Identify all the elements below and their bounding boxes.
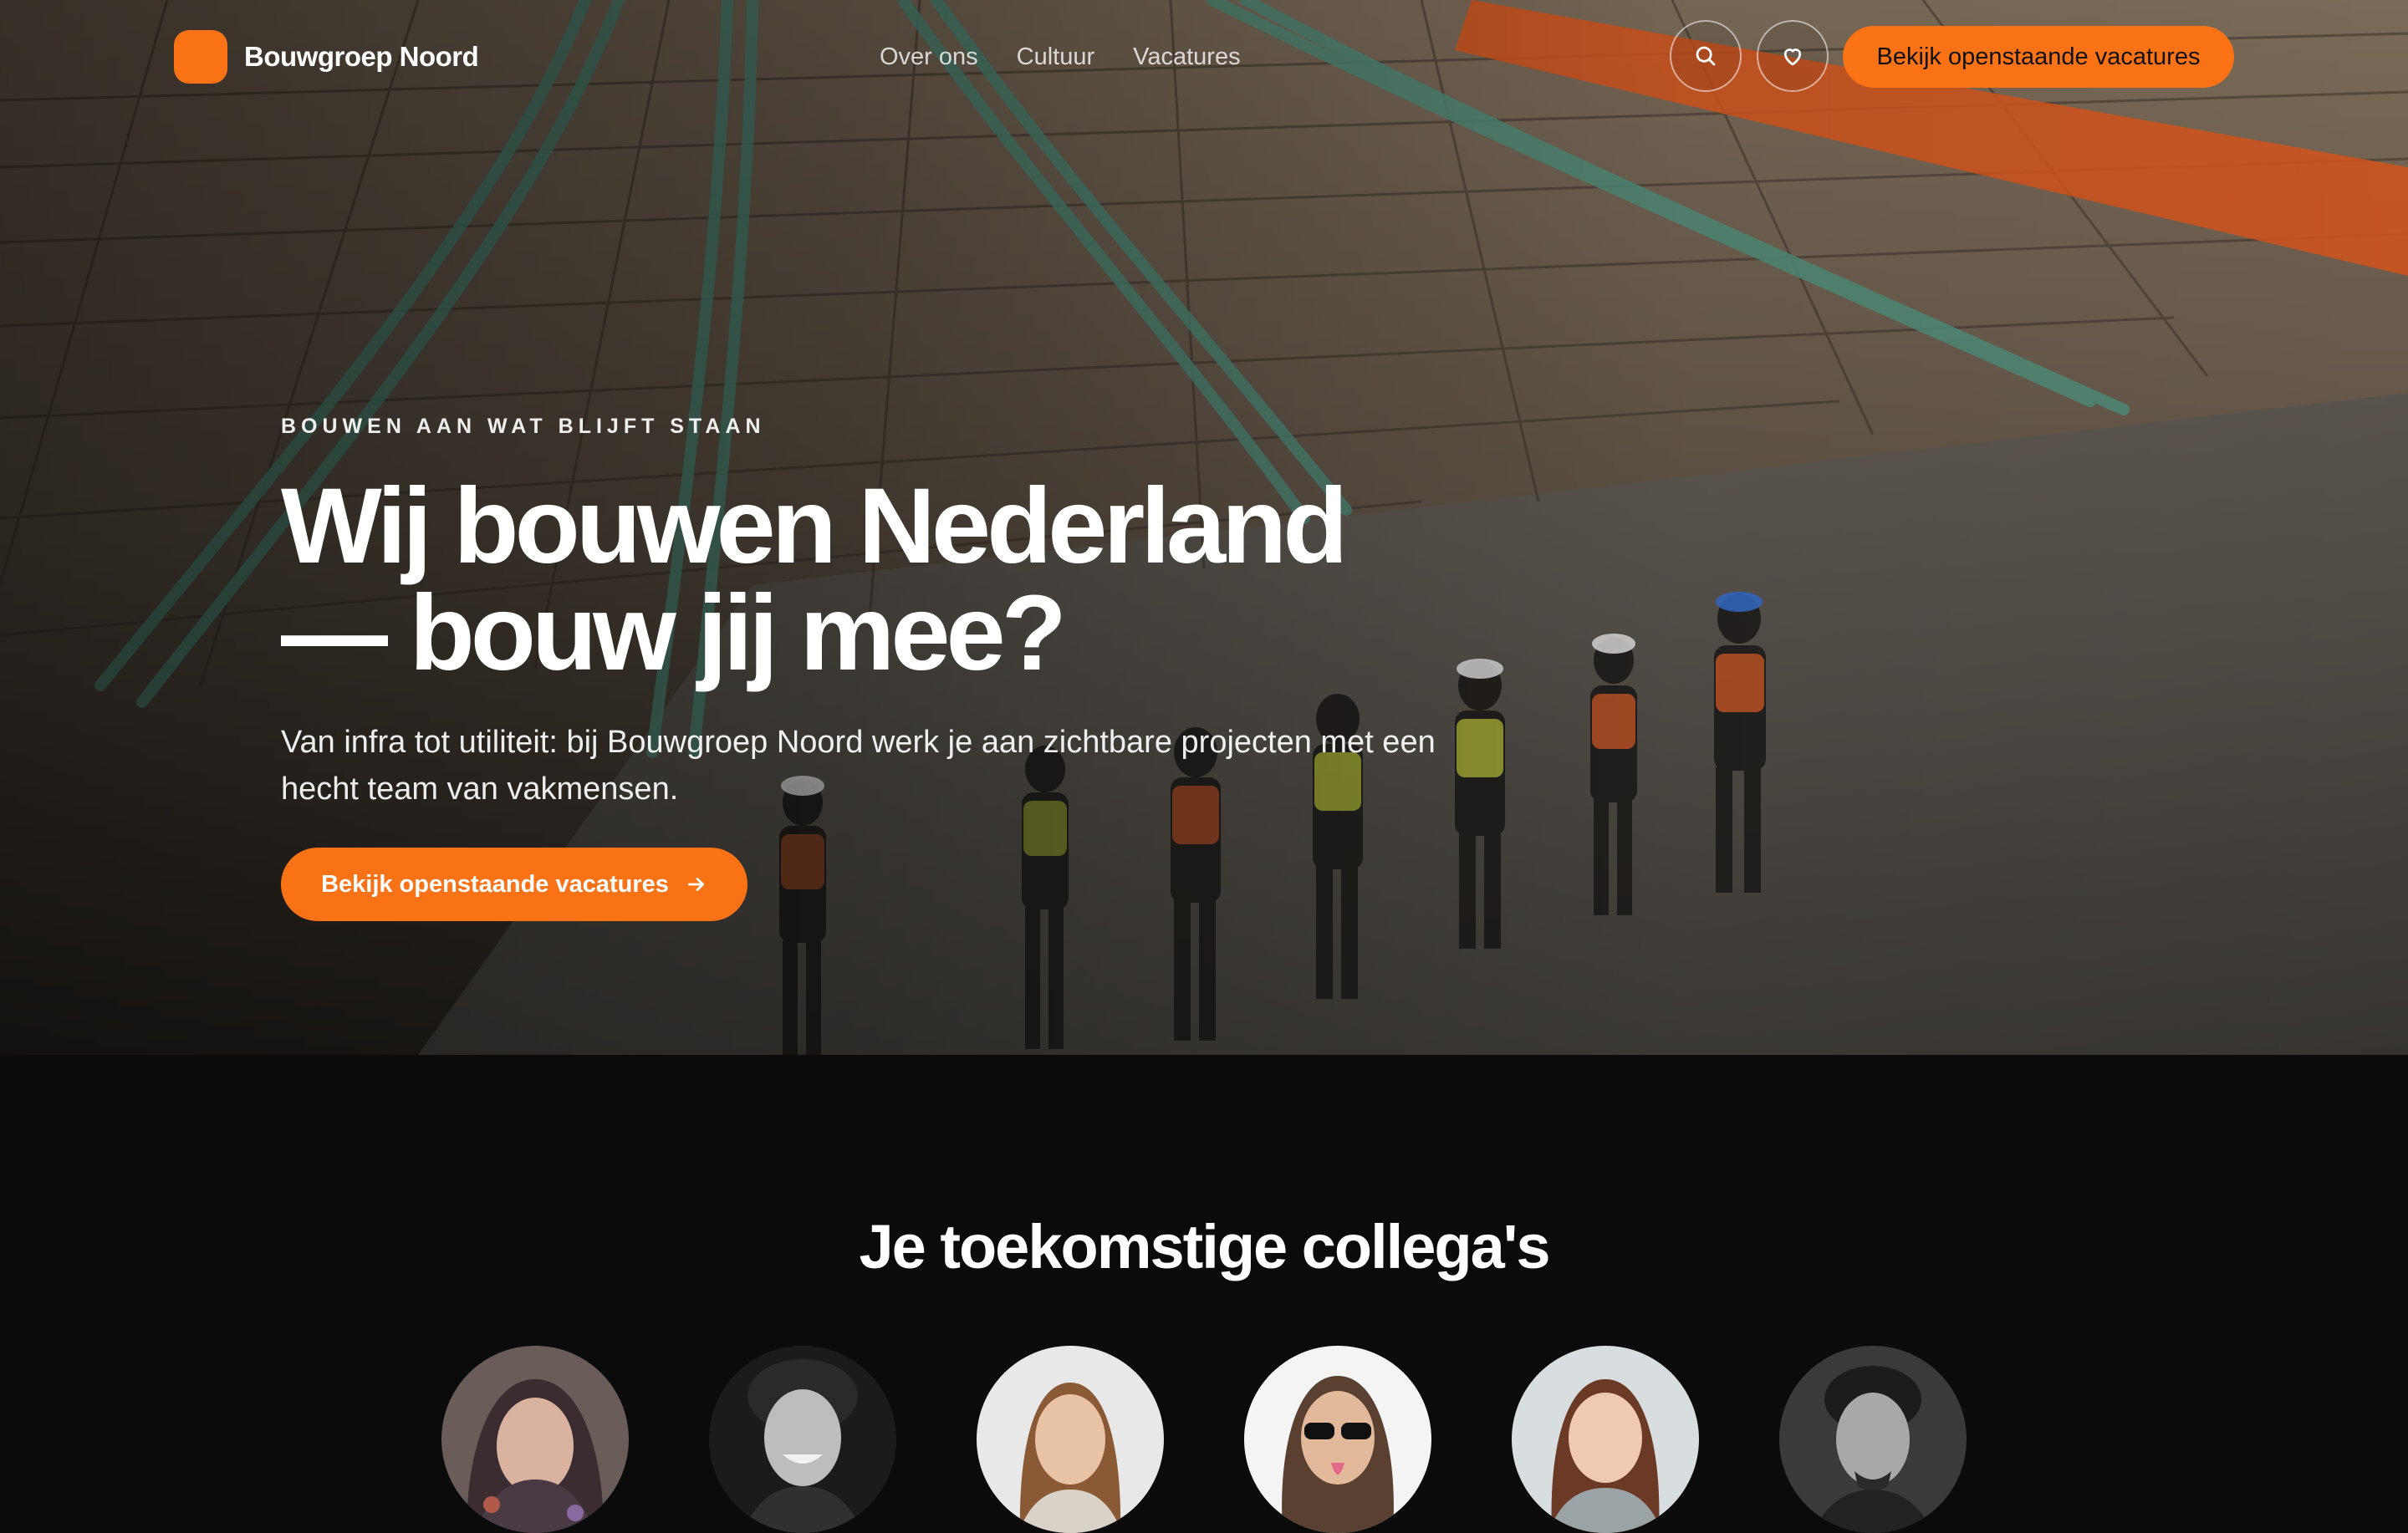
nav-link-over-ons[interactable]: Over ons (880, 37, 978, 77)
hero-lead: Van infra tot utiliteit: bij Bouwgroep N… (281, 725, 1436, 807)
colleague-avatars (441, 1346, 1967, 1533)
nav-links: Over ons Cultuur Vacatures (880, 37, 1241, 77)
colleague-avatar[interactable] (1244, 1346, 1431, 1533)
colleagues-title: Je toekomstige collega's (859, 1212, 1550, 1281)
nav-vacancies-button[interactable]: Bekijk openstaande vacatures (1843, 26, 2234, 88)
search-icon (1696, 46, 1716, 66)
hero-headline: Wij bouwen Nederland — bouw jij mee? (281, 473, 1451, 687)
avatar-photo (977, 1346, 1164, 1533)
colleague-avatar[interactable] (1779, 1346, 1967, 1533)
arrow-right-icon (687, 878, 704, 891)
favorites-button[interactable] (1757, 20, 1829, 92)
avatar-photo (709, 1346, 896, 1533)
nav-link-cultuur[interactable]: Cultuur (1017, 37, 1095, 77)
hero-cta-label: Bekijk openstaande vacatures (321, 870, 669, 898)
search-button[interactable] (1670, 20, 1742, 92)
avatar-photo (1779, 1346, 1967, 1533)
hero-headline-line-2: — bouw jij mee? (281, 573, 1067, 693)
colleague-avatar[interactable] (977, 1346, 1164, 1533)
avatar-photo (1512, 1346, 1699, 1533)
colleague-avatar[interactable] (1512, 1346, 1699, 1533)
colleague-avatar[interactable] (709, 1346, 896, 1533)
brand-name[interactable]: Bouwgroep Noord (244, 37, 479, 77)
hero-eyebrow: BOUWEN AAN WAT BLIJFT STAAN (281, 415, 766, 438)
hero-vacancies-button[interactable]: Bekijk openstaande vacatures (281, 848, 747, 921)
top-navigation: Bouwgroep Noord Over ons Cultuur Vacatur… (0, 0, 2408, 114)
colleague-avatar[interactable] (441, 1346, 629, 1533)
nav-link-vacatures[interactable]: Vacatures (1133, 37, 1240, 77)
brand-logo-icon[interactable] (174, 30, 227, 84)
avatar-photo (1244, 1346, 1431, 1533)
avatar-photo (441, 1346, 629, 1533)
heart-icon (1783, 48, 1802, 66)
hero-headline-line-1: Wij bouwen Nederland (281, 466, 1348, 586)
